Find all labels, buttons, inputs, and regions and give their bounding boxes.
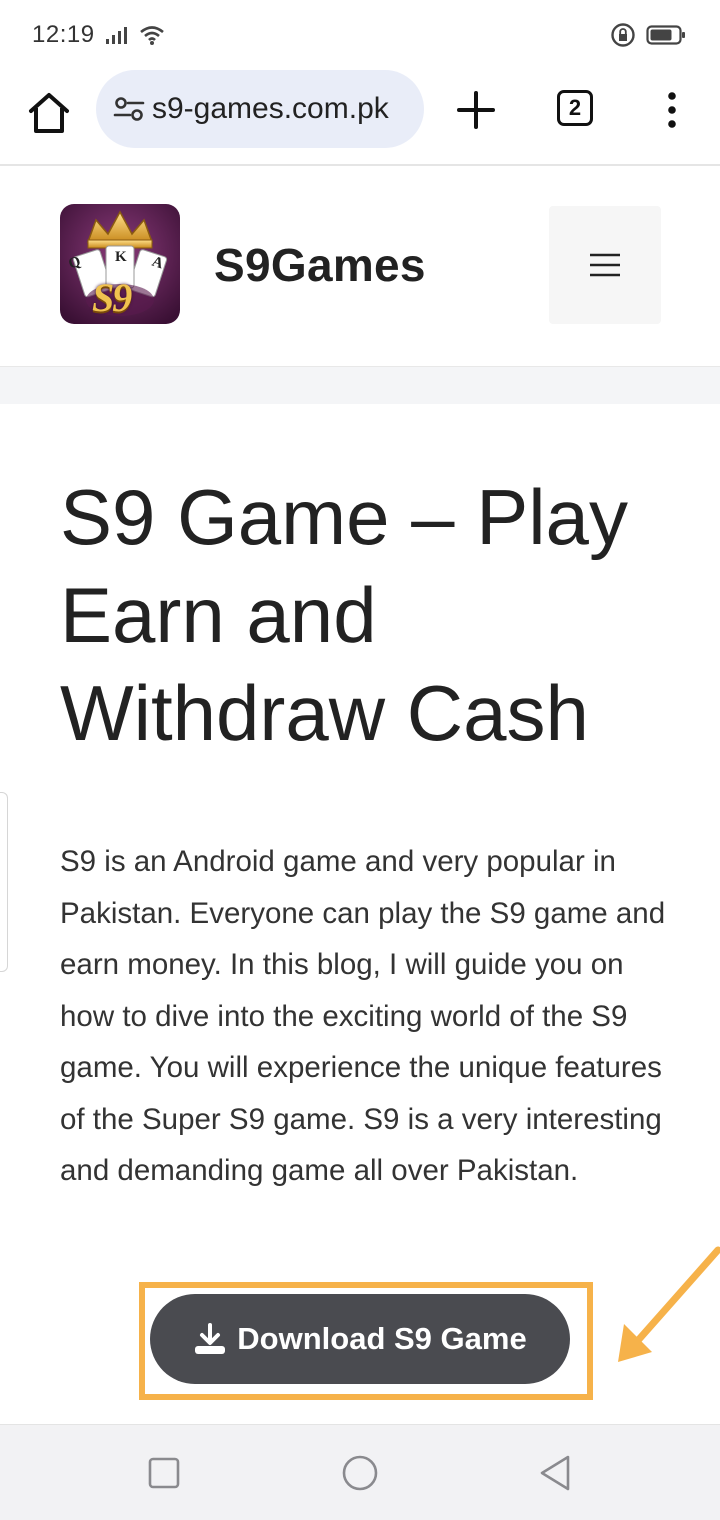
tab-count: 2 bbox=[568, 95, 582, 120]
wifi-icon bbox=[139, 26, 164, 45]
logo-mark: S9 bbox=[92, 275, 132, 320]
pointer-arrow-icon bbox=[618, 1246, 720, 1362]
status-time: 12:19 bbox=[32, 21, 95, 48]
recents-icon[interactable] bbox=[144, 1453, 184, 1493]
article-title-line-1: S9 Game – Play bbox=[60, 473, 628, 561]
header-divider bbox=[0, 366, 720, 404]
url-text: s9-games.com.pk bbox=[152, 92, 389, 125]
download-button[interactable]: Download S9 Game bbox=[150, 1294, 570, 1384]
home-nav-icon[interactable] bbox=[340, 1453, 380, 1493]
article-title-line-3: Withdraw Cash bbox=[60, 669, 589, 757]
site-title[interactable]: S9Games bbox=[214, 238, 426, 292]
more-menu-icon[interactable] bbox=[660, 90, 684, 130]
article-title: S9 Game – Play Earn and Withdraw Cash bbox=[60, 468, 700, 762]
battery-icon bbox=[646, 25, 685, 45]
status-right bbox=[610, 22, 686, 48]
article-body: S9 is an Android game and very popular i… bbox=[60, 845, 666, 1187]
article-title-line-2: Earn and bbox=[60, 571, 377, 659]
status-left: 12:19 bbox=[32, 21, 165, 49]
new-tab-plus-icon[interactable] bbox=[456, 90, 496, 130]
site-settings-icon[interactable] bbox=[112, 92, 146, 126]
download-button-label: Download S9 Game bbox=[237, 1321, 527, 1356]
browser-toolbar: s9-games.com.pk 2 bbox=[0, 70, 720, 166]
system-nav-bar bbox=[0, 1424, 720, 1520]
status-bar: 12:19 bbox=[0, 0, 720, 70]
back-icon[interactable] bbox=[536, 1453, 576, 1493]
download-icon bbox=[195, 1323, 226, 1354]
tab-switcher-button[interactable]: 2 bbox=[557, 90, 593, 126]
signal-icon bbox=[105, 27, 127, 44]
address-bar[interactable]: s9-games.com.pk bbox=[96, 70, 424, 148]
home-icon[interactable] bbox=[26, 90, 72, 136]
menu-toggle-button[interactable] bbox=[549, 206, 661, 324]
hamburger-icon bbox=[590, 253, 620, 277]
logo-letter-k: K bbox=[115, 249, 127, 265]
side-edge-tab[interactable] bbox=[0, 792, 8, 972]
rotation-lock-icon bbox=[611, 23, 635, 47]
phone-screen: 12:19 s9-games.com.pk 2 Q K A S9 S9Games… bbox=[0, 0, 720, 1520]
site-logo[interactable]: Q K A S9 bbox=[60, 204, 180, 324]
site-header: Q K A S9 S9Games bbox=[0, 168, 720, 366]
